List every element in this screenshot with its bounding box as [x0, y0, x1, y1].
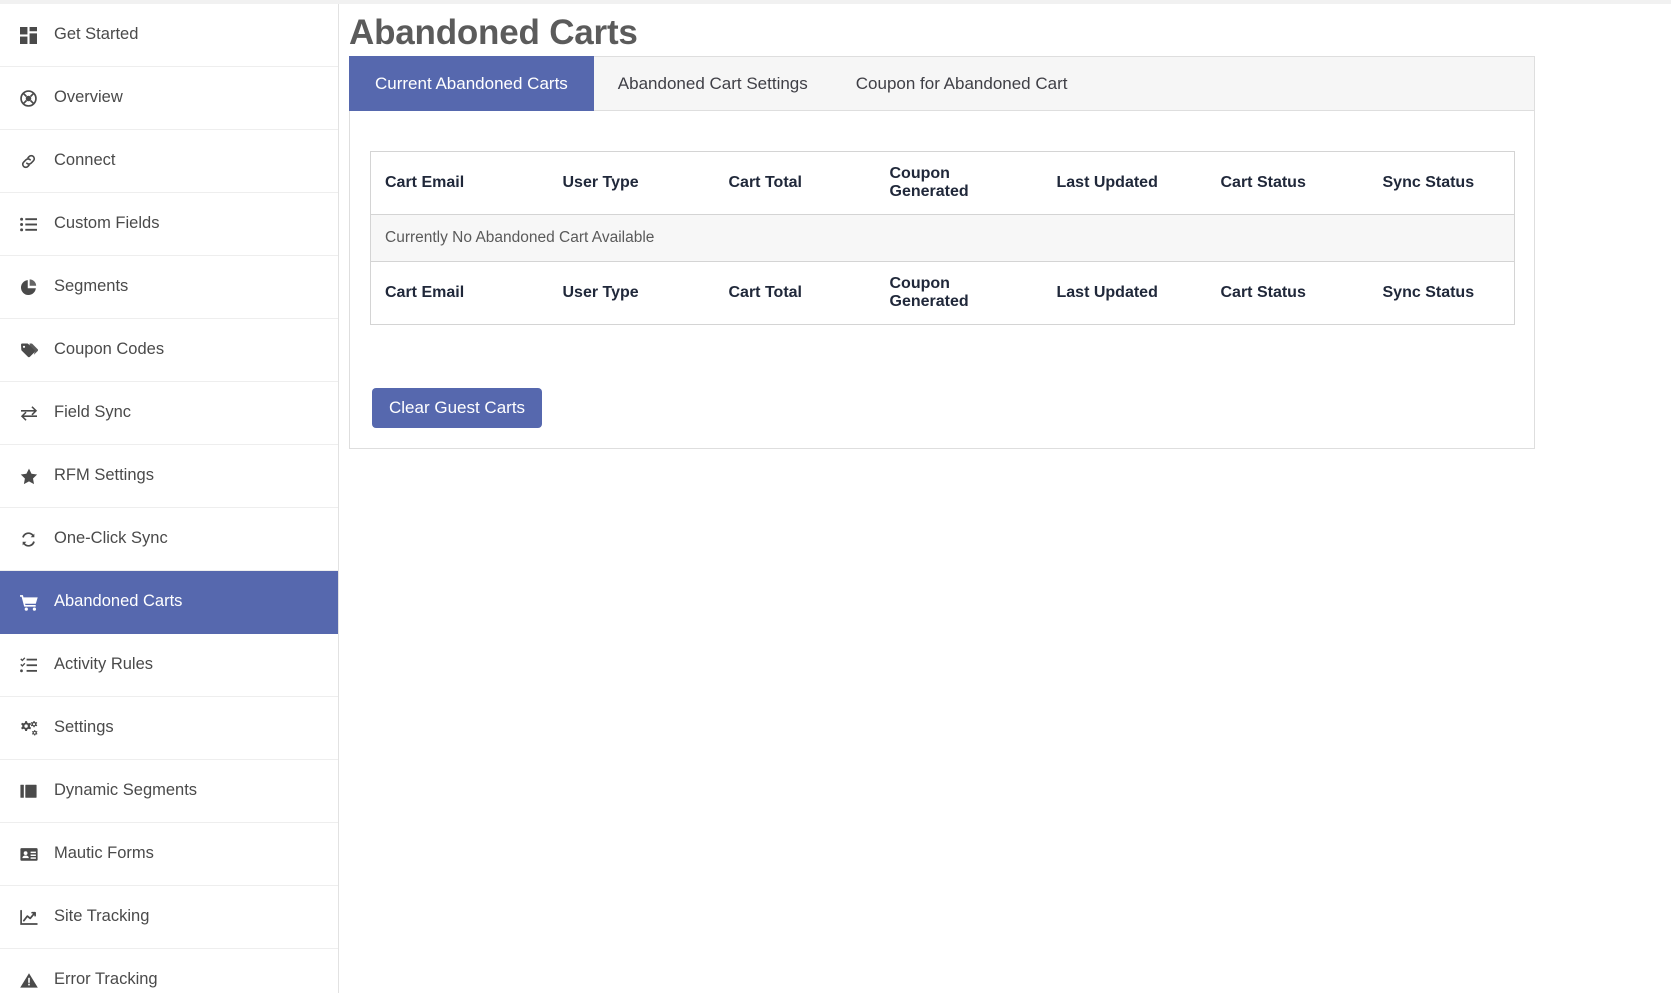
app-root: Get Started Overview Connect Custom Fields S…	[0, 4, 1671, 993]
pie-chart-icon	[20, 277, 46, 297]
tab-label: Abandoned Cart Settings	[617, 73, 808, 93]
main-content: Abandoned Carts Current Abandoned Carts A…	[339, 4, 1671, 993]
grid-icon	[20, 25, 46, 45]
column-footer-coupon-generated[interactable]: Coupon Generated	[875, 261, 1043, 325]
column-header-coupon-generated[interactable]: Coupon Generated	[875, 151, 1043, 215]
sidebar-item-label: Abandoned Carts	[54, 591, 183, 610]
shopping-cart-icon	[20, 592, 46, 612]
exchange-icon	[20, 403, 46, 423]
empty-state-message: Currently No Abandoned Cart Available	[370, 214, 1515, 262]
sidebar-item-custom-fields[interactable]: Custom Fields	[0, 193, 338, 256]
warning-icon	[20, 970, 46, 990]
sidebar-item-connect[interactable]: Connect	[0, 130, 338, 193]
sidebar-item-dynamic-segments[interactable]: Dynamic Segments	[0, 760, 338, 823]
tab-current-abandoned-carts[interactable]: Current Abandoned Carts	[349, 56, 594, 111]
table-footer-row: Cart Email User Type Cart Total Coupon G…	[370, 261, 1515, 325]
sidebar-item-error-tracking[interactable]: Error Tracking	[0, 949, 338, 993]
lifebuoy-icon	[20, 88, 46, 108]
refresh-icon	[20, 529, 46, 549]
sidebar-item-label: Overview	[54, 87, 123, 106]
column-footer-cart-status[interactable]: Cart Status	[1206, 261, 1369, 325]
tab-label: Coupon for Abandoned Cart	[855, 73, 1068, 93]
clear-guest-carts-button[interactable]: Clear Guest Carts	[372, 388, 543, 428]
sidebar-item-label: Dynamic Segments	[54, 780, 198, 799]
star-icon	[20, 466, 46, 486]
sidebar-item-label: Get Started	[54, 24, 139, 43]
sidebar-item-label: Custom Fields	[54, 213, 160, 232]
page-title: Abandoned Carts	[349, 13, 638, 52]
tag-icon	[20, 340, 46, 360]
tab-bar: Current Abandoned Carts Abandoned Cart Se…	[349, 56, 1535, 111]
sidebar-item-segments[interactable]: Segments	[0, 256, 338, 319]
list-icon	[20, 214, 46, 234]
sidebar-item-field-sync[interactable]: Field Sync	[0, 382, 338, 445]
panel-body: Cart Email User Type Cart Total Coupon G…	[350, 111, 1534, 448]
column-footer-last-updated[interactable]: Last Updated	[1042, 261, 1207, 325]
sidebar-item-one-click-sync[interactable]: One-Click Sync	[0, 508, 338, 571]
sidebar-item-label: Site Tracking	[54, 906, 150, 925]
column-header-cart-total[interactable]: Cart Total	[714, 151, 876, 215]
table-head: Cart Email User Type Cart Total Coupon G…	[370, 151, 1515, 215]
link-icon	[20, 151, 46, 171]
sidebar-item-label: Mautic Forms	[54, 843, 154, 862]
gears-icon	[20, 718, 46, 738]
id-card-icon	[20, 844, 46, 864]
layers-icon	[20, 781, 46, 801]
sidebar-item-overview[interactable]: Overview	[0, 67, 338, 130]
sidebar-item-label: One-Click Sync	[54, 528, 168, 547]
sidebar-item-label: Error Tracking	[54, 969, 158, 988]
column-header-last-updated[interactable]: Last Updated	[1042, 151, 1207, 215]
sidebar-nav: Get Started Overview Connect Custom Fields S…	[0, 4, 339, 993]
column-header-user-type[interactable]: User Type	[548, 151, 715, 215]
sidebar-item-label: Settings	[54, 717, 114, 736]
tab-abandoned-cart-settings[interactable]: Abandoned Cart Settings	[594, 57, 832, 110]
task-list-icon	[20, 655, 46, 675]
column-footer-user-type[interactable]: User Type	[548, 261, 715, 325]
sidebar-item-label: Activity Rules	[54, 654, 154, 673]
sidebar-item-site-tracking[interactable]: Site Tracking	[0, 886, 338, 949]
sidebar-item-label: Connect	[54, 150, 116, 169]
sidebar-item-get-started[interactable]: Get Started	[0, 4, 338, 67]
sidebar-item-coupon-codes[interactable]: Coupon Codes	[0, 319, 338, 382]
tab-label: Current Abandoned Carts	[375, 73, 568, 93]
sidebar-item-mautic-forms[interactable]: Mautic Forms	[0, 823, 338, 886]
tab-coupon-for-abandoned-cart[interactable]: Coupon for Abandoned Cart	[832, 57, 1092, 110]
sidebar-item-rfm-settings[interactable]: RFM Settings	[0, 445, 338, 508]
column-footer-cart-email[interactable]: Cart Email	[370, 261, 549, 325]
column-header-sync-status[interactable]: Sync Status	[1368, 151, 1515, 215]
table-body: Currently No Abandoned Cart Available	[370, 214, 1515, 262]
sidebar-item-activity-rules[interactable]: Activity Rules	[0, 634, 338, 697]
table-header-row: Cart Email User Type Cart Total Coupon G…	[370, 151, 1515, 215]
sidebar-item-label: RFM Settings	[54, 465, 154, 484]
sidebar-item-label: Segments	[54, 276, 129, 295]
table-empty-row: Currently No Abandoned Cart Available	[370, 214, 1515, 262]
sidebar-item-label: Coupon Codes	[54, 339, 165, 358]
sidebar-item-label: Field Sync	[54, 402, 132, 421]
sidebar-item-abandoned-carts[interactable]: Abandoned Carts	[0, 571, 338, 634]
column-header-cart-email[interactable]: Cart Email	[370, 151, 549, 215]
abandoned-carts-table: Cart Email User Type Cart Total Coupon G…	[370, 151, 1515, 325]
tab-panel: Cart Email User Type Cart Total Coupon G…	[349, 111, 1535, 449]
chart-line-icon	[20, 907, 46, 927]
column-footer-cart-total[interactable]: Cart Total	[714, 261, 876, 325]
table-foot: Cart Email User Type Cart Total Coupon G…	[370, 261, 1515, 325]
column-footer-sync-status[interactable]: Sync Status	[1368, 261, 1515, 325]
sidebar-item-settings[interactable]: Settings	[0, 697, 338, 760]
column-header-cart-status[interactable]: Cart Status	[1206, 151, 1369, 215]
